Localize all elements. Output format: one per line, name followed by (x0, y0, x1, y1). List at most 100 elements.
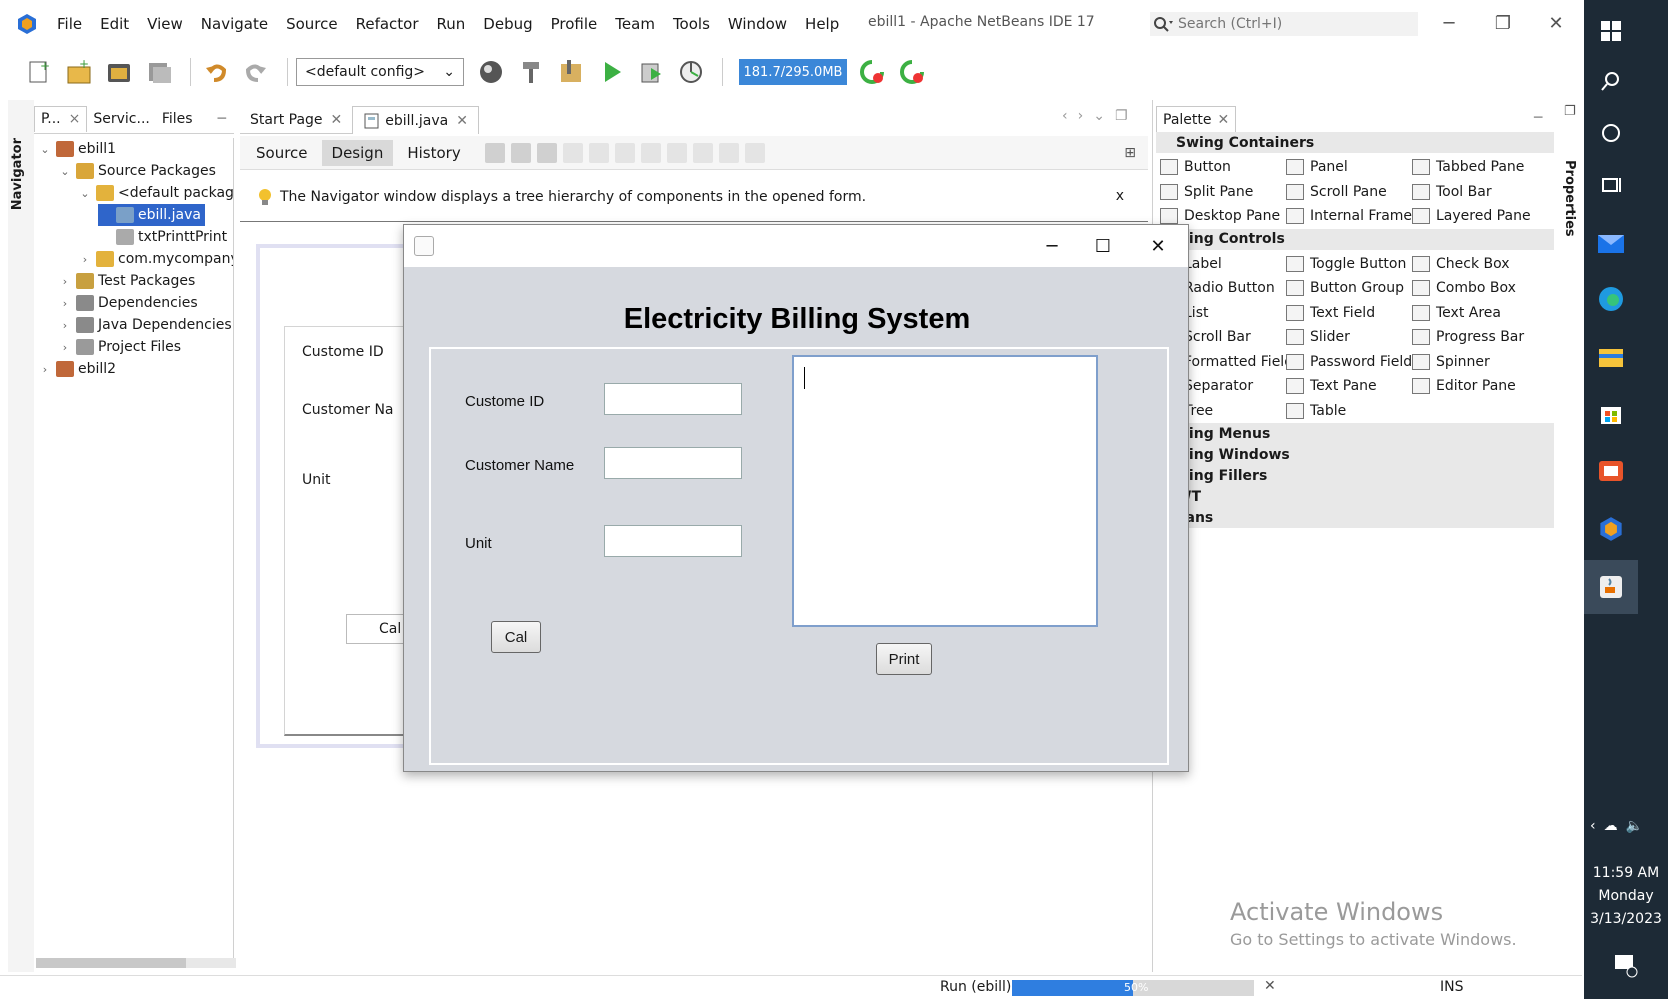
palette-item[interactable]: Panel (1286, 155, 1348, 179)
palette-item[interactable]: Split Pane (1160, 180, 1253, 204)
start-button[interactable] (1594, 14, 1628, 48)
customer-id-field[interactable] (604, 383, 742, 415)
palette-item[interactable]: Check Box (1412, 252, 1510, 276)
chevron-right-icon[interactable]: › (38, 363, 52, 376)
unit-field[interactable] (604, 525, 742, 557)
align-top-icon[interactable] (640, 142, 661, 163)
customer-name-field[interactable] (604, 447, 742, 479)
profile-ide-button[interactable] (895, 55, 929, 89)
menu-view[interactable]: View (138, 15, 192, 33)
tree-node[interactable]: ⌄ Source Packages (58, 160, 216, 182)
tree-node[interactable]: › com.mycompany (78, 248, 233, 270)
close-icon[interactable]: × (69, 111, 81, 127)
palette-category[interactable]: wing Windows (1156, 444, 1554, 465)
palette-item[interactable]: Slider (1286, 325, 1350, 349)
taskbar-search-button[interactable] (1594, 64, 1628, 98)
subtab-design[interactable]: Design (321, 139, 394, 166)
tree-node[interactable]: ⌄ ebill1 (38, 138, 116, 160)
palette-category[interactable]: wing Menus (1156, 423, 1554, 444)
taskbar-file-explorer[interactable] (1594, 340, 1628, 374)
tab-services[interactable]: Servic... (87, 106, 155, 132)
close-icon[interactable]: ✕ (331, 112, 343, 128)
palette-item[interactable]: Toggle Button (1286, 252, 1406, 276)
app-maximize-button[interactable]: ☐ (1087, 231, 1119, 261)
palette-item[interactable]: Spinner (1412, 350, 1490, 374)
preview-design-icon[interactable] (536, 142, 557, 163)
tab-start-page[interactable]: Start Page ✕ (240, 106, 353, 134)
print-button[interactable]: Print (876, 643, 932, 675)
app-close-button[interactable]: ✕ (1142, 231, 1174, 261)
redo-button[interactable] (239, 55, 273, 89)
tree-node[interactable]: ebill.java (98, 204, 205, 226)
minimize-panel-icon[interactable]: ─ (218, 111, 226, 127)
tab-palette[interactable]: Palette ✕ (1156, 106, 1237, 132)
config-select[interactable]: <default config> ⌄ (296, 58, 464, 86)
tree-horizontal-scrollbar[interactable] (36, 958, 236, 968)
menu-profile[interactable]: Profile (542, 15, 607, 33)
palette-category[interactable]: wing Fillers (1156, 465, 1554, 486)
cal-button[interactable]: Cal (491, 621, 541, 653)
palette-item[interactable]: Text Area (1412, 301, 1501, 325)
expand-toolbar-icon[interactable]: ⊞ (1124, 145, 1136, 161)
search-input[interactable] (1178, 16, 1408, 32)
palette-item[interactable]: Text Field (1286, 301, 1375, 325)
memory-indicator[interactable]: 181.7/295.0MB (739, 59, 847, 85)
chevron-right-icon[interactable]: › (58, 319, 72, 332)
connection-mode-icon[interactable] (510, 142, 531, 163)
search-box[interactable] (1150, 12, 1418, 36)
restore-button[interactable]: ❐ (1490, 10, 1516, 36)
taskbar-mail[interactable] (1594, 226, 1628, 260)
cortana-button[interactable] (1594, 116, 1628, 150)
chevron-right-icon[interactable]: › (58, 341, 72, 354)
close-button[interactable]: ✕ (1543, 10, 1569, 36)
task-view-button[interactable] (1594, 168, 1628, 202)
palette-category[interactable]: WT (1156, 486, 1554, 507)
clean-build-button[interactable] (554, 55, 588, 89)
save-all-button[interactable] (142, 55, 176, 89)
maximize-editor-icon[interactable]: ❐ (1115, 108, 1128, 124)
tree-node[interactable]: › Test Packages (58, 270, 195, 292)
menu-refactor[interactable]: Refactor (347, 15, 428, 33)
chevron-right-icon[interactable]: › (1078, 108, 1084, 124)
design-label-customer-name[interactable]: Customer Na (302, 402, 394, 418)
palette-category[interactable]: wing Controls (1156, 228, 1554, 250)
tree-node[interactable]: › ebill2 (38, 358, 116, 380)
close-icon[interactable]: ✕ (1218, 112, 1230, 128)
tab-files[interactable]: Files (156, 106, 199, 132)
chevron-down-icon[interactable]: ⌄ (38, 143, 52, 156)
align-right-icon[interactable] (588, 142, 609, 163)
subtab-source[interactable]: Source (246, 140, 318, 166)
minimize-button[interactable]: ─ (1436, 10, 1462, 36)
palette-item[interactable]: Progress Bar (1412, 325, 1524, 349)
palette-item[interactable]: Tool Bar (1412, 180, 1492, 204)
chevron-down-icon[interactable]: ⌄ (78, 187, 92, 200)
palette-item[interactable]: Password Field (1286, 350, 1412, 374)
menu-debug[interactable]: Debug (474, 15, 541, 33)
palette-category[interactable]: Swing Containers (1156, 132, 1554, 153)
run-status-label[interactable]: Run (ebill) (940, 979, 1011, 995)
taskbar-clock[interactable]: 11:59 AM Monday 3/13/2023 (1586, 862, 1666, 931)
palette-item[interactable]: Internal Frame (1286, 204, 1412, 228)
hint-close-button[interactable]: x (1116, 188, 1124, 204)
chevron-right-icon[interactable]: › (58, 275, 72, 288)
close-icon[interactable]: ✕ (456, 113, 468, 129)
resize-vertical-icon[interactable] (744, 142, 765, 163)
chevron-right-icon[interactable]: › (58, 297, 72, 310)
align-bottom-icon[interactable] (666, 142, 687, 163)
globe-button[interactable] (474, 55, 508, 89)
new-file-button[interactable]: + (22, 55, 56, 89)
taskbar-netbeans[interactable] (1594, 512, 1628, 546)
tree-node[interactable]: txtPrinttPrint (98, 226, 227, 248)
palette-item[interactable]: Tabbed Pane (1412, 155, 1524, 179)
navigator-vertical-tab[interactable]: Navigator (10, 138, 25, 210)
menu-tools[interactable]: Tools (664, 15, 719, 33)
open-project-button[interactable] (102, 55, 136, 89)
restore-panel-icon[interactable]: ❐ (1564, 104, 1576, 119)
menu-edit[interactable]: Edit (91, 15, 138, 33)
resize-horizontal-icon[interactable] (718, 142, 739, 163)
palette-item[interactable]: Table (1286, 399, 1346, 423)
scroll-thumb[interactable] (36, 958, 186, 968)
app-title-bar[interactable]: ─ ☐ ✕ (404, 225, 1188, 267)
palette-item[interactable]: Text Pane (1286, 374, 1377, 398)
properties-vertical-tab[interactable]: Properties (1562, 160, 1577, 237)
